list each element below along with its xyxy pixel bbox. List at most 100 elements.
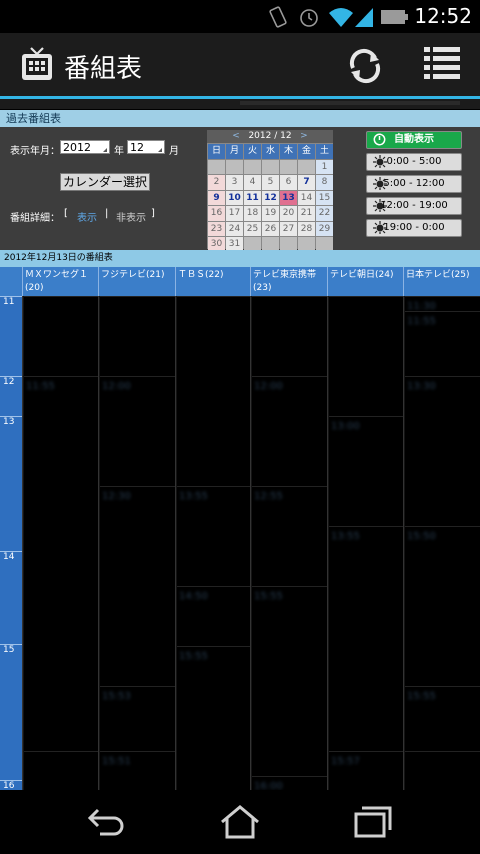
calendar-day[interactable]: 25: [244, 221, 261, 236]
calendar-day[interactable]: 14: [298, 190, 315, 205]
channel-header[interactable]: ＭＸワンセグ１ (20): [22, 267, 98, 296]
program-time: 11:55: [407, 316, 436, 327]
home-icon[interactable]: [218, 804, 262, 844]
time-range-button[interactable]: 0:00 - 5:00: [366, 153, 462, 171]
calendar-next-button[interactable]: >: [300, 131, 308, 141]
program-block[interactable]: [24, 296, 98, 376]
program-block[interactable]: 15:55: [252, 586, 327, 776]
refresh-icon[interactable]: [344, 45, 386, 91]
program-block[interactable]: [100, 296, 175, 376]
calendar-day[interactable]: 2: [208, 175, 225, 190]
calendar-day[interactable]: 28: [298, 221, 315, 236]
time-range-button[interactable]: 19:00 - 0:00: [366, 219, 462, 237]
program-block[interactable]: 15:57: [329, 751, 403, 790]
detail-show-link[interactable]: 表示: [77, 209, 97, 224]
calendar-day[interactable]: 16: [208, 206, 225, 221]
calendar-day[interactable]: 23: [208, 221, 225, 236]
tv-app-icon[interactable]: [20, 46, 54, 86]
channel-header[interactable]: テレビ朝日(24): [327, 267, 403, 296]
program-block[interactable]: 15:51: [100, 751, 175, 790]
navigation-bar: [0, 790, 480, 854]
program-block[interactable]: 12:30: [100, 486, 175, 686]
back-icon[interactable]: [84, 804, 128, 844]
calendar-day[interactable]: 17: [226, 206, 243, 221]
calendar-empty-cell: [226, 159, 243, 174]
calendar-dow: 火: [244, 144, 261, 159]
program-block[interactable]: 15:55: [405, 686, 480, 751]
calendar-day[interactable]: 21: [298, 206, 315, 221]
program-block[interactable]: 13:00: [329, 416, 403, 526]
calendar-day[interactable]: 20: [280, 206, 297, 221]
calendar-day[interactable]: 24: [226, 221, 243, 236]
program-block[interactable]: 15:53: [100, 686, 175, 751]
program-block[interactable]: [177, 296, 250, 486]
program-time: [405, 752, 480, 758]
calendar-day[interactable]: 5: [262, 175, 279, 190]
program-block[interactable]: 11:55: [405, 311, 480, 376]
calendar-day[interactable]: 8: [316, 175, 333, 190]
hour-label: 14: [0, 551, 22, 644]
time-range-button[interactable]: 自動表示: [366, 131, 462, 149]
schedule-date-title: 2012年12月13日の番組表: [4, 253, 113, 263]
program-block[interactable]: [329, 296, 403, 416]
program-block[interactable]: [405, 751, 480, 790]
program-block[interactable]: 12:55: [252, 486, 327, 586]
calendar-day[interactable]: 29: [316, 221, 333, 236]
hour-label: 13: [0, 416, 22, 551]
channel-header[interactable]: テレビ東京携帯 (23): [250, 267, 327, 296]
recent-apps-icon[interactable]: [350, 804, 394, 844]
calendar-empty-cell: [280, 159, 297, 174]
calendar-day[interactable]: 3: [226, 175, 243, 190]
channel-header[interactable]: フジテレビ(21): [98, 267, 175, 296]
calendar-select-button[interactable]: カレンダー選択: [60, 173, 150, 191]
program-block[interactable]: 14:50: [177, 586, 250, 646]
program-block[interactable]: 15:50: [405, 526, 480, 686]
month-select[interactable]: 12: [127, 140, 165, 154]
program-block[interactable]: 16:00: [252, 776, 327, 790]
clock-icon: [373, 133, 386, 152]
calendar-day[interactable]: 9: [208, 190, 225, 205]
time-range-button[interactable]: 12:00 - 19:00: [366, 197, 462, 215]
program-block[interactable]: 15:55: [177, 646, 250, 790]
program-block[interactable]: 13:55: [177, 486, 250, 586]
year-select[interactable]: 2012: [60, 140, 110, 154]
calendar-dow: 日: [208, 144, 225, 159]
calendar-day[interactable]: 12: [262, 190, 279, 205]
calendar-day[interactable]: 7: [298, 175, 315, 190]
program-block[interactable]: 13:30: [405, 376, 480, 526]
calendar-day[interactable]: 27: [280, 221, 297, 236]
calendar-prev-button[interactable]: <: [232, 131, 240, 141]
channel-header[interactable]: 日本テレビ(25): [403, 267, 480, 296]
program-time: 12:00: [254, 381, 283, 392]
program-block[interactable]: [252, 296, 327, 376]
program-block[interactable]: 12:00: [100, 376, 175, 486]
calendar-day[interactable]: 13: [280, 190, 297, 205]
calendar-day[interactable]: 4: [244, 175, 261, 190]
calendar-day[interactable]: 18: [244, 206, 261, 221]
calendar-day[interactable]: 6: [280, 175, 297, 190]
calendar-day[interactable]: 1: [316, 159, 333, 174]
calendar-day[interactable]: 10: [226, 190, 243, 205]
detail-hide-link[interactable]: 非表示: [116, 209, 146, 224]
calendar-day[interactable]: 26: [262, 221, 279, 236]
action-bar: 番組表: [0, 33, 480, 99]
program-block[interactable]: 11:55: [24, 376, 98, 751]
time-range-button[interactable]: 5:00 - 12:00: [366, 175, 462, 193]
calendar-day[interactable]: 15: [316, 190, 333, 205]
program-block[interactable]: 12:00: [252, 376, 327, 486]
bracket-open: [: [64, 208, 68, 219]
program-block[interactable]: 13:55: [329, 526, 403, 751]
calendar-day[interactable]: 22: [316, 206, 333, 221]
calendar-empty-cell: [244, 159, 261, 174]
program-block[interactable]: 11:30: [405, 296, 480, 311]
calendar-day[interactable]: 11: [244, 190, 261, 205]
list-menu-icon[interactable]: [422, 43, 462, 87]
calendar-dow: 金: [298, 144, 315, 159]
divider-strip: [0, 99, 480, 109]
hour-label: 12: [0, 376, 22, 416]
calendar-header: < 2012 / 12 >: [207, 130, 333, 143]
program-block[interactable]: [24, 751, 98, 790]
channel-header[interactable]: ＴＢＳ(22): [175, 267, 250, 296]
calendar-day[interactable]: 19: [262, 206, 279, 221]
program-time: [24, 752, 98, 758]
